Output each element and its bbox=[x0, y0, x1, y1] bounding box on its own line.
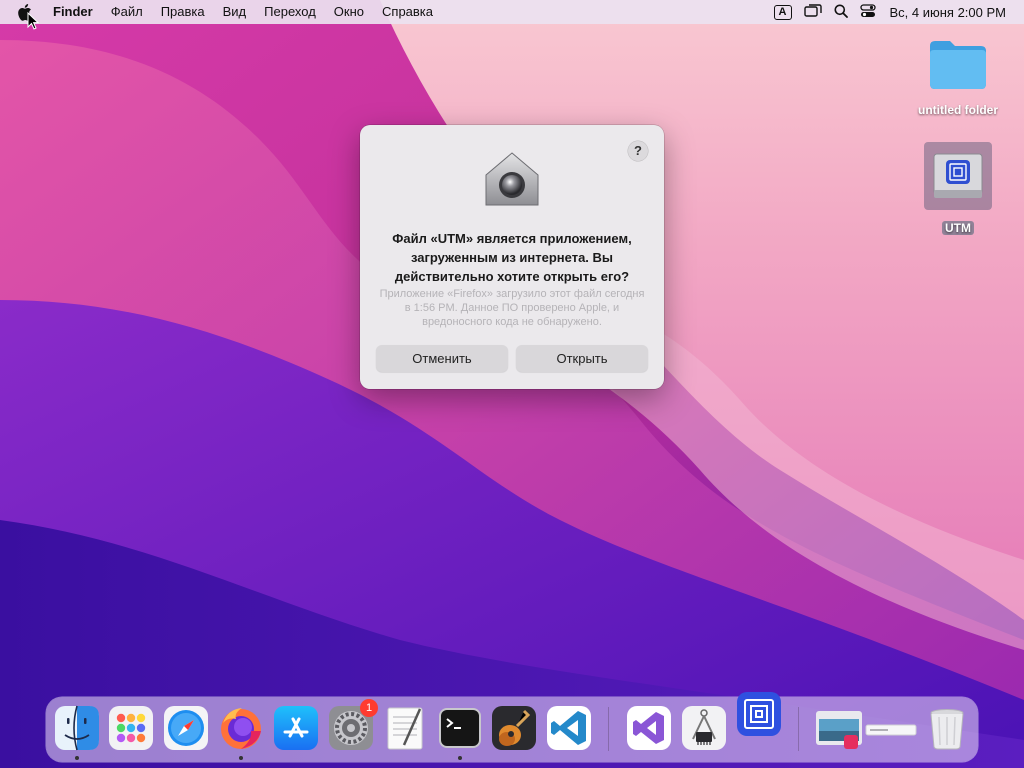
dock-item-textedit[interactable] bbox=[382, 705, 428, 751]
desktop-item-utm[interactable]: UTM bbox=[910, 142, 1006, 237]
dock-separator bbox=[608, 707, 609, 751]
dock-item-downloads-stack[interactable] bbox=[814, 705, 918, 751]
textedit-icon bbox=[387, 707, 423, 750]
dock-item-finder[interactable] bbox=[54, 705, 100, 751]
dialog-title: Файл «UTM» является приложением, загруже… bbox=[392, 231, 632, 284]
dock: 1 bbox=[46, 692, 978, 762]
downloads-stack-icon bbox=[816, 711, 917, 749]
system-information-icon bbox=[682, 706, 726, 750]
safari-icon bbox=[164, 706, 208, 750]
garageband-icon bbox=[492, 706, 536, 750]
dock-item-app-store[interactable] bbox=[273, 705, 319, 751]
utm-disk-icon bbox=[933, 153, 983, 198]
menu-file[interactable]: Файл bbox=[102, 0, 152, 24]
desktop-item-untitled-folder[interactable]: untitled folder bbox=[910, 36, 1006, 119]
dock-item-trash[interactable] bbox=[924, 705, 970, 751]
menu-help[interactable]: Справка bbox=[373, 0, 442, 24]
dock-running-indicator bbox=[239, 756, 243, 760]
input-source-indicator[interactable]: A bbox=[773, 4, 792, 20]
dock-item-system-information[interactable] bbox=[681, 705, 727, 751]
control-center-icon[interactable] bbox=[859, 3, 876, 22]
menu-go[interactable]: Переход bbox=[255, 0, 325, 24]
terminal-icon bbox=[439, 708, 481, 748]
spotlight-search-icon[interactable] bbox=[834, 4, 848, 21]
dock-item-utm[interactable] bbox=[736, 691, 782, 737]
dialog-info-text: Приложение «Firefox» загрузило этот файл… bbox=[379, 288, 645, 328]
launchpad-icon bbox=[109, 706, 153, 750]
finder-icon bbox=[55, 705, 99, 751]
dock-item-firefox[interactable] bbox=[218, 705, 264, 751]
dock-item-visual-studio[interactable] bbox=[626, 705, 672, 751]
dock-running-indicator bbox=[458, 756, 462, 760]
dock-running-indicator bbox=[75, 756, 79, 760]
dock-item-vscode[interactable] bbox=[546, 705, 592, 751]
dock-item-safari[interactable] bbox=[163, 705, 209, 751]
notification-badge: 1 bbox=[360, 699, 378, 717]
vscode-icon bbox=[547, 706, 591, 750]
dock-separator bbox=[798, 707, 799, 751]
menu-app-finder[interactable]: Finder bbox=[44, 0, 102, 24]
dock-item-terminal[interactable] bbox=[437, 705, 483, 751]
gatekeeper-dialog: ? Файл «UTM» является приложением, загру… bbox=[360, 125, 664, 389]
utm-icon bbox=[737, 692, 781, 736]
menu-bar: Finder Файл Правка Вид Переход Окно Спра… bbox=[0, 0, 1024, 24]
mouse-pointer-icon bbox=[27, 12, 39, 30]
gatekeeper-icon bbox=[485, 152, 539, 206]
dock-item-garageband[interactable] bbox=[491, 705, 537, 751]
dock-item-launchpad[interactable] bbox=[108, 705, 154, 751]
open-button[interactable]: Открыть bbox=[516, 345, 648, 372]
desktop-item-label: UTM bbox=[942, 221, 974, 235]
cancel-button[interactable]: Отменить bbox=[376, 345, 508, 372]
help-button[interactable]: ? bbox=[628, 141, 648, 161]
menu-view[interactable]: Вид bbox=[214, 0, 256, 24]
trash-icon bbox=[930, 709, 964, 750]
firefox-icon bbox=[221, 708, 261, 749]
menu-clock[interactable]: Вс, 4 июня 2:00 PM bbox=[890, 5, 1007, 20]
app-store-icon bbox=[274, 706, 318, 750]
desktop-item-label: untitled folder bbox=[918, 103, 998, 117]
dock-item-system-preferences[interactable]: 1 bbox=[328, 699, 378, 751]
menu-edit[interactable]: Правка bbox=[152, 0, 214, 24]
screen-mirroring-icon[interactable] bbox=[803, 3, 822, 21]
visual-studio-icon bbox=[627, 706, 671, 750]
folder-icon bbox=[930, 41, 986, 89]
menu-window[interactable]: Окно bbox=[325, 0, 373, 24]
